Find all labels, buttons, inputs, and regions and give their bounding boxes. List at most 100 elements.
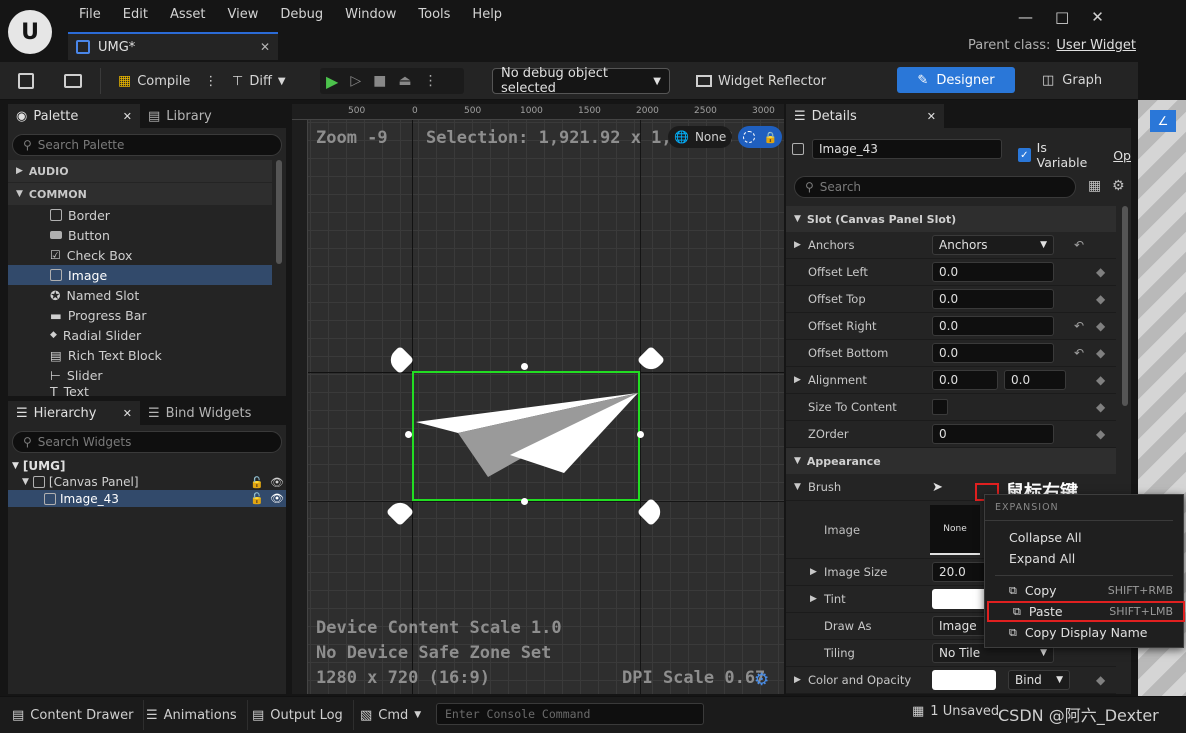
copy-display-name-item[interactable]: ⧉ Copy Display Name — [985, 622, 1183, 643]
eye-icon[interactable]: 👁 — [270, 492, 284, 505]
close-icon[interactable]: ✕ — [927, 110, 936, 123]
save-button[interactable] — [12, 67, 40, 95]
resize-handle-bottom[interactable] — [521, 498, 528, 505]
pin-icon[interactable]: ◆ — [1096, 265, 1105, 279]
appearance-section[interactable]: ▼ Appearance — [786, 448, 1116, 474]
alignment-y-field[interactable]: 0.0 — [1004, 370, 1066, 390]
step-icon[interactable]: ▷ — [350, 73, 361, 89]
chevron-right-icon[interactable]: ▶ — [794, 675, 801, 685]
pin-icon[interactable]: ◆ — [1096, 673, 1105, 687]
image-size-field[interactable]: 20.0 — [932, 562, 992, 582]
parent-class-link[interactable]: User Widget — [1056, 38, 1136, 53]
browse-button[interactable] — [58, 67, 88, 95]
collapse-all-item[interactable]: Collapse All — [985, 527, 1183, 548]
draw-as-dropdown[interactable]: Image — [932, 616, 988, 636]
copy-item[interactable]: ⧉ Copy SHIFT+RMB — [985, 580, 1183, 601]
size-to-content-checkbox[interactable] — [932, 399, 948, 415]
palette-item-rich-text[interactable]: ▤ Rich Text Block — [8, 345, 272, 365]
designer-button[interactable]: ✎ Designer — [897, 67, 1015, 93]
palette-item-slider[interactable]: ⊢ Slider — [8, 365, 272, 385]
zorder-field[interactable]: 0 — [932, 424, 1054, 444]
menu-edit[interactable]: Edit — [112, 6, 159, 24]
details-scrollbar[interactable] — [1122, 206, 1128, 406]
pin-icon[interactable]: ◆ — [1096, 319, 1105, 333]
anchor-handle-tr[interactable] — [636, 345, 666, 375]
table-view-icon[interactable]: ▦ — [1088, 178, 1101, 194]
compile-button[interactable]: ▦ Compile ⋮ — [112, 67, 223, 95]
palette-item-named-slot[interactable]: ✪ Named Slot — [8, 285, 272, 305]
tree-root[interactable]: ▼ [UMG] — [12, 458, 65, 474]
stop-icon[interactable]: ■ — [373, 73, 386, 89]
localization-preview[interactable]: 🌐 None — [668, 126, 733, 148]
close-icon[interactable]: ✕ — [123, 407, 132, 420]
background-viewport-icon[interactable]: ∠ — [1150, 110, 1176, 132]
unreal-logo-icon[interactable]: U — [8, 10, 52, 54]
minimize-icon[interactable]: — — [1018, 8, 1033, 26]
palette-tab[interactable]: ◉ Palette ✕ — [8, 104, 140, 128]
resize-handle-right[interactable] — [637, 431, 644, 438]
pin-icon[interactable]: ◆ — [1096, 400, 1105, 414]
paste-item[interactable]: ⧉ Paste SHIFT+LMB — [987, 601, 1185, 622]
details-tab[interactable]: ☰ Details ✕ — [786, 104, 944, 128]
close-tab-icon[interactable]: ✕ — [260, 40, 270, 54]
pin-icon[interactable]: ◆ — [1096, 427, 1105, 441]
palette-item-button[interactable]: Button — [8, 225, 272, 245]
palette-scrollbar[interactable] — [276, 160, 282, 264]
chevron-down-icon[interactable]: ▼ — [794, 482, 801, 492]
maximize-icon[interactable]: □ — [1055, 8, 1069, 26]
diff-button[interactable]: ⊤ Diff ▼ — [226, 67, 292, 95]
anchors-dropdown[interactable]: Anchors ▼ — [932, 235, 1054, 255]
palette-search-input[interactable]: ⚲ Search Palette — [12, 134, 282, 156]
chevron-right-icon[interactable]: ▶ — [810, 567, 817, 577]
lock-icon[interactable]: 🔓 — [250, 492, 264, 505]
tint-swatch[interactable] — [932, 589, 988, 609]
alignment-x-field[interactable]: 0.0 — [932, 370, 998, 390]
palette-item-radial-slider[interactable]: ◆ Radial Slider — [8, 325, 272, 345]
pin-icon[interactable]: ◆ — [1096, 346, 1105, 360]
resize-handle-left[interactable] — [405, 431, 412, 438]
palette-item-checkbox[interactable]: ☑ Check Box — [8, 245, 272, 265]
close-window-icon[interactable]: ✕ — [1091, 8, 1104, 26]
chevron-right-icon[interactable]: ▶ — [810, 594, 817, 604]
offset-top-field[interactable]: 0.0 — [932, 289, 1054, 309]
widget-reflector-button[interactable]: Widget Reflector — [690, 67, 832, 95]
offset-right-field[interactable]: 0.0 — [932, 316, 1054, 336]
menu-asset[interactable]: Asset — [159, 6, 217, 24]
bind-widgets-tab[interactable]: ☰ Bind Widgets — [140, 401, 286, 425]
gear-icon[interactable]: ⚙ — [1112, 178, 1125, 194]
widget-name-field[interactable]: Image_43 — [812, 139, 1002, 159]
output-log-button[interactable]: ▤ Output Log — [242, 700, 354, 730]
reset-icon[interactable]: ↶ — [1074, 238, 1084, 252]
brush-image-thumbnail[interactable]: None — [930, 505, 980, 555]
eject-icon[interactable]: ⏏ — [398, 73, 411, 89]
reset-icon[interactable]: ↶ — [1074, 319, 1084, 333]
menu-help[interactable]: Help — [461, 6, 513, 24]
close-icon[interactable]: ✕ — [123, 110, 132, 123]
tree-canvas-panel[interactable]: ▼ [Canvas Panel] 🔓 👁 — [22, 474, 286, 490]
slot-section[interactable]: ▼ Slot (Canvas Panel Slot) — [786, 206, 1116, 232]
debug-object-select[interactable]: No debug object selected ▼ — [492, 66, 670, 96]
eye-icon[interactable]: 👁 — [270, 476, 284, 489]
gear-icon[interactable]: ⚙ — [754, 670, 769, 690]
is-variable-checkbox[interactable]: ✓ Is Variable Op — [1018, 140, 1131, 170]
menu-debug[interactable]: Debug — [269, 6, 334, 24]
anchor-handle-tl[interactable] — [385, 345, 415, 375]
offset-left-field[interactable]: 0.0 — [932, 262, 1054, 282]
hierarchy-search-input[interactable]: ⚲ Search Widgets — [12, 431, 282, 453]
chevron-right-icon[interactable]: ▶ — [794, 375, 801, 385]
menu-view[interactable]: View — [217, 6, 270, 24]
pin-icon[interactable]: ◆ — [1096, 373, 1105, 387]
palette-item-progress-bar[interactable]: ▬ Progress Bar — [8, 305, 272, 325]
color-opacity-swatch[interactable] — [932, 670, 996, 690]
play-options-icon[interactable]: ⋮ — [424, 73, 438, 89]
play-icon[interactable]: ▶ — [326, 72, 338, 91]
console-input[interactable]: Enter Console Command — [436, 703, 704, 725]
menu-file[interactable]: File — [68, 6, 112, 24]
category-audio[interactable]: ▶ AUDIO — [8, 160, 272, 182]
library-tab[interactable]: ▤ Library — [140, 104, 286, 128]
reset-icon[interactable]: ↶ — [1074, 346, 1084, 360]
palette-item-image[interactable]: Image — [8, 265, 272, 285]
chevron-right-icon[interactable]: ▶ — [794, 240, 801, 250]
palette-item-border[interactable]: Border — [8, 205, 272, 225]
hierarchy-tab[interactable]: ☰ Hierarchy ✕ — [8, 401, 140, 425]
